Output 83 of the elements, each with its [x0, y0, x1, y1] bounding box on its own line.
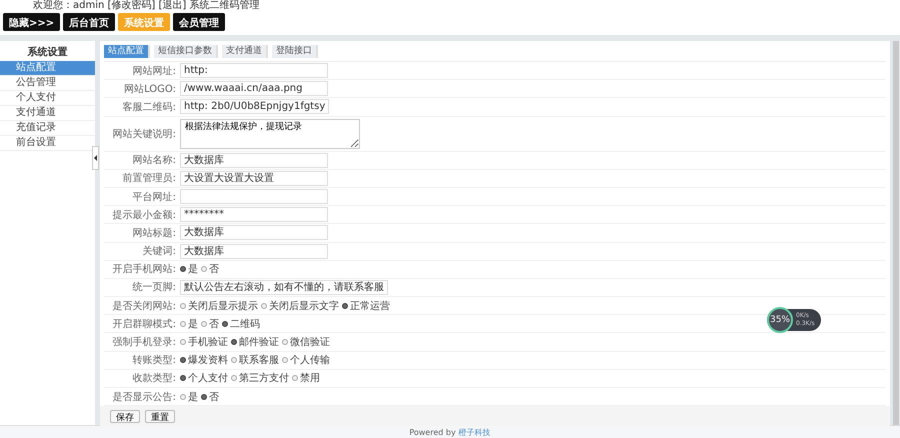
- input-field[interactable]: http: 2b0/U0b8Epnjgy1fgtsy: [180, 99, 330, 114]
- sidebar-item[interactable]: 个人支付: [0, 91, 95, 106]
- form-button[interactable]: 保存: [110, 410, 140, 424]
- nav-button[interactable]: 后台首页: [63, 13, 116, 31]
- radio-button[interactable]: [231, 339, 237, 346]
- nav-button[interactable]: 会员管理: [173, 13, 226, 31]
- radio-button[interactable]: [180, 357, 186, 364]
- radio-button[interactable]: [180, 266, 186, 272]
- field-label: 统一页脚:: [132, 280, 176, 294]
- input-field[interactable]: 默认公告左右滚动，如有不懂的，请联系客服: [180, 280, 388, 295]
- radio-button[interactable]: [180, 375, 186, 382]
- input-field[interactable]: 大数据库: [180, 225, 328, 240]
- radio-label: 联系客服: [239, 354, 279, 368]
- nav-button[interactable]: 隐藏>>>: [3, 13, 60, 31]
- text-area[interactable]: 根据法律法规保护，提现记录: [180, 118, 360, 149]
- sidebar-item[interactable]: 公告管理: [0, 76, 95, 91]
- field-label: 是否关闭网站:: [112, 300, 176, 313]
- radio-label: 否: [209, 318, 219, 331]
- tab[interactable]: 登陆接口: [272, 45, 318, 58]
- sidebar-title: 系统设置: [26, 46, 68, 60]
- scrollbar[interactable]: [892, 41, 900, 425]
- field-label: 前置管理员:: [122, 172, 176, 186]
- radio-button[interactable]: [201, 394, 207, 400]
- radio-label: 手机验证: [188, 336, 228, 350]
- radio-label: 是: [188, 318, 198, 331]
- radio-label: 否: [209, 390, 219, 404]
- input-field[interactable]: 大设置大设置大设置: [180, 170, 328, 186]
- field-label: 网站名称:: [132, 154, 176, 168]
- radio-button[interactable]: [231, 357, 237, 364]
- radio-label: 关闭后显示文字: [269, 300, 339, 313]
- field-label: 客服二维码:: [122, 100, 176, 114]
- field-label: 平台网址:: [132, 190, 176, 204]
- radio-label: 正常运营: [350, 300, 390, 313]
- radio-button[interactable]: [180, 339, 186, 346]
- radio-button[interactable]: [180, 394, 186, 400]
- footer-text: Powered by: [409, 428, 456, 436]
- radio-button[interactable]: [292, 375, 298, 382]
- field-label: 关键词:: [142, 244, 176, 258]
- field-label: 网站网址:: [132, 64, 176, 78]
- field-label: 转账类型:: [132, 354, 176, 368]
- radio-label: 是: [188, 390, 198, 404]
- radio-button[interactable]: [201, 266, 207, 272]
- radio-label: 邮件验证: [239, 336, 279, 350]
- radio-button[interactable]: [282, 339, 288, 346]
- field-label: 是否显示公告:: [112, 390, 176, 404]
- radio-label: 爆发资料: [188, 354, 228, 368]
- sidebar-item[interactable]: 支付通道: [0, 106, 95, 121]
- input-field[interactable]: 大数据库: [180, 244, 328, 259]
- field-label: 网站关键说明:: [112, 128, 176, 141]
- field-label: 提示最小金额:: [112, 208, 176, 222]
- tab[interactable]: 支付通道: [222, 45, 268, 58]
- radio-button[interactable]: [342, 302, 348, 309]
- radio-label: 否: [209, 263, 219, 276]
- input-field[interactable]: 大数据库: [180, 152, 328, 168]
- input-field[interactable]: ********: [180, 207, 328, 222]
- radio-button[interactable]: [222, 320, 228, 327]
- radio-label: 第三方支付: [239, 372, 289, 386]
- field-label: 网站标题:: [132, 226, 176, 240]
- field-label: 网站LOGO:: [123, 82, 176, 96]
- radio-label: 个人传输: [290, 354, 330, 368]
- field-label: 开启手机网站:: [112, 262, 176, 276]
- field-label: 强制手机登录:: [112, 336, 176, 350]
- input-field[interactable]: http:: [180, 63, 328, 78]
- radio-button[interactable]: [282, 357, 288, 364]
- radio-label: 二维码: [230, 318, 260, 331]
- radio-label: 微信验证: [290, 336, 330, 350]
- radio-label: 关闭后显示提示: [188, 300, 258, 313]
- radio-label: 禁用: [300, 372, 320, 386]
- tab[interactable]: 短信接口参数: [154, 45, 218, 58]
- collapse-icon[interactable]: [92, 146, 99, 170]
- radio-button[interactable]: [180, 302, 186, 309]
- input-field[interactable]: /www.waaai.cn/aaa.png: [180, 81, 328, 96]
- input-field[interactable]: [180, 189, 328, 204]
- form-button[interactable]: 重置: [145, 410, 175, 424]
- field-label: 收款类型:: [132, 372, 176, 386]
- radio-button[interactable]: [201, 320, 207, 327]
- radio-button[interactable]: [231, 375, 237, 382]
- radio-button[interactable]: [180, 320, 186, 327]
- radio-button[interactable]: [261, 302, 267, 309]
- radio-label: 个人支付: [188, 372, 228, 386]
- radio-label: 是: [188, 263, 198, 276]
- field-label: 开启群聊模式:: [112, 318, 176, 331]
- sidebar-item[interactable]: 充值记录: [0, 121, 95, 136]
